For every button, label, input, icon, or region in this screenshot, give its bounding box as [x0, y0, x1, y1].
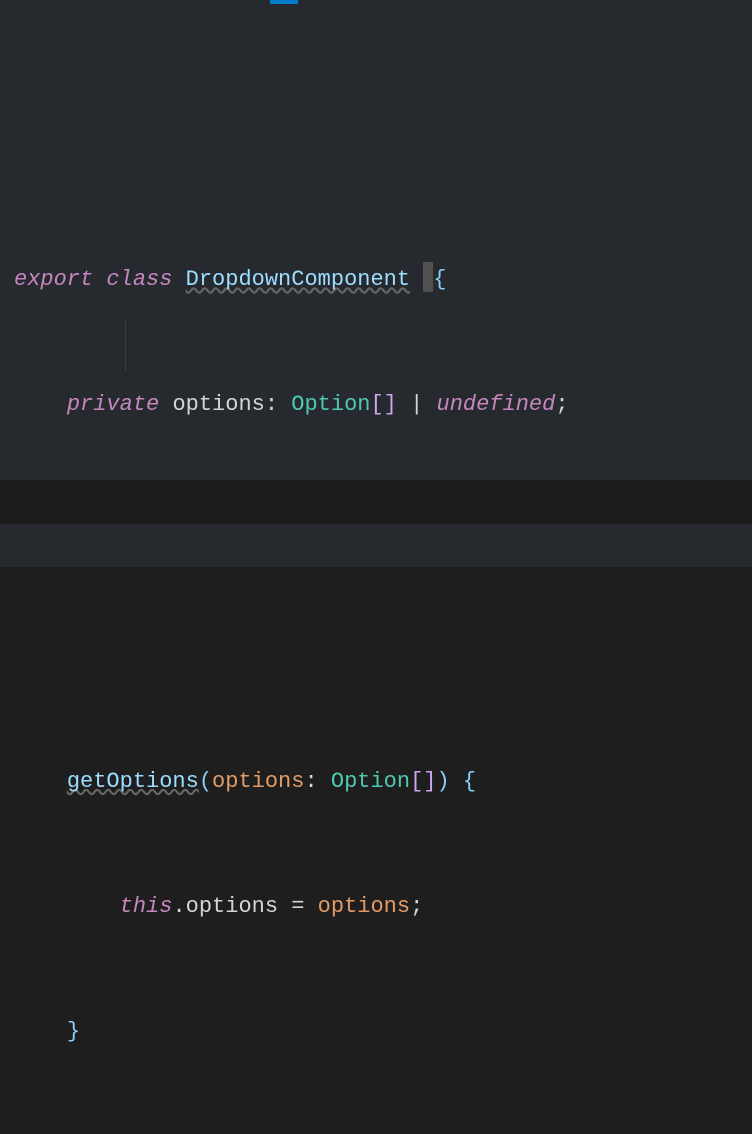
code-line: }: [14, 1011, 752, 1053]
equals: =: [278, 894, 318, 919]
indent: [14, 1019, 67, 1044]
keyword-this: this: [120, 894, 173, 919]
dot: .: [172, 894, 185, 919]
type-name: Option: [331, 769, 410, 794]
class-name: DropdownComponent: [186, 267, 410, 292]
indent: [14, 392, 67, 417]
indent: [14, 769, 67, 794]
brace-open: {: [463, 769, 476, 794]
code-line: export class DropdownComponent {: [14, 259, 752, 301]
code-line: getOptions(options: Option[]) {: [14, 761, 752, 803]
code-line: this.options = options;: [14, 886, 752, 928]
indent: [14, 894, 120, 919]
blank-line: [14, 635, 752, 677]
brace-open: {: [433, 267, 446, 292]
colon: :: [304, 769, 317, 794]
array-brackets: []: [370, 392, 396, 417]
paren-open: (: [199, 769, 212, 794]
identifier: options: [172, 392, 264, 417]
keyword-export: export: [14, 267, 93, 292]
keyword-class: class: [106, 267, 172, 292]
method-name: getOptions: [67, 769, 199, 794]
change-marker: [270, 0, 298, 4]
keyword-undefined: undefined: [437, 392, 556, 417]
code-line: private options: Option[] | undefined;: [14, 384, 752, 426]
colon: :: [265, 392, 278, 417]
brace-close: }: [67, 1019, 80, 1044]
code-editor[interactable]: export class DropdownComponent { private…: [0, 0, 752, 567]
array-brackets: []: [410, 769, 436, 794]
parameter: options: [212, 769, 304, 794]
keyword-private: private: [67, 392, 159, 417]
semicolon: ;: [410, 894, 423, 919]
property: options: [186, 894, 278, 919]
current-line-highlight: [0, 480, 752, 524]
semicolon: ;: [555, 392, 568, 417]
pipe-op: |: [397, 392, 437, 417]
type-name: Option: [291, 392, 370, 417]
indent-guide: [125, 320, 126, 371]
cursor-marker: [423, 262, 433, 292]
paren-close: ): [437, 769, 450, 794]
identifier-rhs: options: [318, 894, 410, 919]
